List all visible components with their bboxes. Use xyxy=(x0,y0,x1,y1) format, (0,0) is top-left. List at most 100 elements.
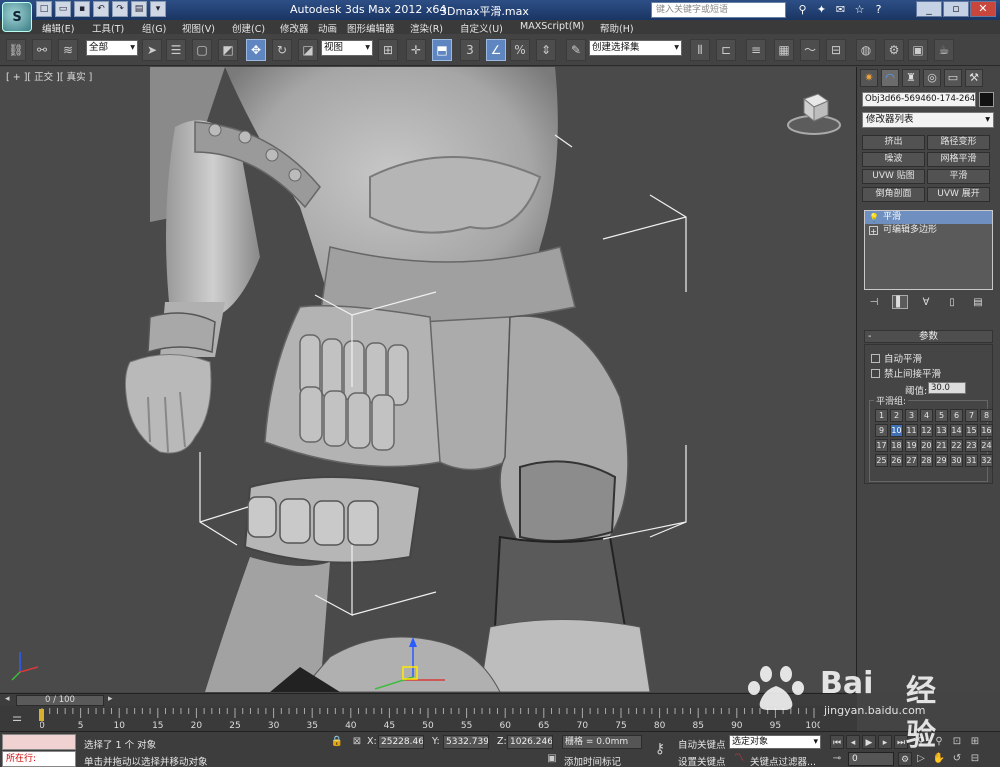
orbit-icon[interactable]: ↺ xyxy=(950,752,964,766)
prevent-indirect-checkbox[interactable]: 禁止间接平滑 xyxy=(871,366,941,380)
rect-selection-icon[interactable]: ▢ xyxy=(192,39,212,61)
smoothing-group-button-16[interactable]: 16 xyxy=(980,424,993,437)
pivot-center-icon[interactable]: ⊞ xyxy=(378,39,398,61)
time-config-icon[interactable]: ⚙ xyxy=(898,752,912,766)
collapse-icon[interactable]: - xyxy=(868,331,871,342)
object-name-field[interactable]: Obj3d66-569460-174-264 xyxy=(862,92,976,107)
prev-frame-icon[interactable]: ◂ xyxy=(846,735,860,749)
set-key-button[interactable]: 设置关键点 xyxy=(678,754,726,767)
render-setup-icon[interactable]: ⚙ xyxy=(884,39,904,61)
zoom-all-icon[interactable]: ⚲ xyxy=(932,735,946,749)
maximize-viewport-icon[interactable]: ⊟ xyxy=(968,752,982,766)
current-frame-field[interactable]: 0 xyxy=(848,752,894,766)
modifier-bevel-profile-button[interactable]: 倒角剖面 xyxy=(862,187,925,202)
modify-tab-icon[interactable]: ◠ xyxy=(881,69,899,87)
mirror-icon[interactable]: ⫴ xyxy=(690,39,710,61)
align-icon[interactable]: ⊏ xyxy=(716,39,736,61)
select-move-icon[interactable]: ✥ xyxy=(246,39,266,61)
smoothing-group-button-15[interactable]: 15 xyxy=(965,424,978,437)
prev-frame-arrow-icon[interactable]: ◂ xyxy=(5,694,10,704)
named-selection-dropdown[interactable]: 创建选择集 xyxy=(589,40,682,56)
select-object-icon[interactable]: ➤ xyxy=(142,39,162,61)
selected-object-dropdown[interactable]: 选定对象 xyxy=(729,735,821,749)
modifier-list-dropdown[interactable]: 修改器列表 xyxy=(862,112,994,128)
next-frame-icon[interactable]: ▸ xyxy=(878,735,892,749)
layer-manager-icon[interactable]: ≡ xyxy=(746,39,766,61)
smoothing-group-button-10[interactable]: 10 xyxy=(890,424,903,437)
motion-tab-icon[interactable]: ◎ xyxy=(923,69,941,87)
show-end-result-icon[interactable]: ▌ xyxy=(892,295,908,309)
search-icon[interactable]: ⚲ xyxy=(795,2,810,17)
spinner-snap-icon[interactable]: ⇕ xyxy=(536,39,556,61)
menu-modifiers[interactable]: 修改器 xyxy=(280,21,309,35)
app-logo-icon[interactable]: S xyxy=(2,2,32,32)
zoom-icon[interactable]: ⚲ xyxy=(914,735,928,749)
smoothing-group-button-30[interactable]: 30 xyxy=(950,454,963,467)
material-editor-icon[interactable]: ◍ xyxy=(856,39,876,61)
close-button[interactable]: ✕ xyxy=(970,1,996,17)
go-to-end-icon[interactable]: ⏭ xyxy=(894,735,908,749)
smoothing-group-button-20[interactable]: 20 xyxy=(920,439,933,452)
modifier-extrude-button[interactable]: 挤出 xyxy=(862,135,925,150)
menu-graph-editors[interactable]: 图形编辑器 xyxy=(347,21,395,35)
edit-named-sets-icon[interactable]: ✎ xyxy=(566,39,586,61)
menu-create[interactable]: 创建(C) xyxy=(232,21,265,35)
absolute-mode-icon[interactable]: ⊠ xyxy=(350,735,364,749)
smoothing-group-button-31[interactable]: 31 xyxy=(965,454,978,467)
time-slider-thumb[interactable]: 0 / 100 xyxy=(16,695,104,706)
angle-snap-icon[interactable]: ∠ xyxy=(486,39,506,61)
redo-icon[interactable]: ↷ xyxy=(112,1,128,17)
save-file-icon[interactable]: ▪ xyxy=(74,1,90,17)
time-slider[interactable]: ◂ 0 / 100 ▸ xyxy=(0,693,857,706)
smoothing-group-button-23[interactable]: 23 xyxy=(965,439,978,452)
checkbox-box[interactable] xyxy=(871,368,880,378)
minimize-button[interactable]: _ xyxy=(916,1,942,17)
configure-sets-icon[interactable]: ▤ xyxy=(970,295,986,309)
select-manipulate-icon[interactable]: ✛ xyxy=(406,39,426,61)
curve-icon[interactable]: 〽 xyxy=(732,752,746,766)
customize-quick-access-icon[interactable]: ▾ xyxy=(150,1,166,17)
schematic-view-icon[interactable]: ⊟ xyxy=(826,39,846,61)
smoothing-group-button-29[interactable]: 29 xyxy=(935,454,948,467)
rendered-frame-icon[interactable]: ▣ xyxy=(908,39,928,61)
bind-space-warp-icon[interactable]: ≋ xyxy=(58,39,78,61)
smoothing-group-button-8[interactable]: 8 xyxy=(980,409,993,422)
smoothing-group-button-2[interactable]: 2 xyxy=(890,409,903,422)
pan-view-icon[interactable]: ✋ xyxy=(932,752,946,766)
modifier-noise-button[interactable]: 噪波 xyxy=(862,152,925,167)
menu-tools[interactable]: 工具(T) xyxy=(92,21,124,35)
smoothing-group-button-26[interactable]: 26 xyxy=(890,454,903,467)
select-scale-icon[interactable]: ◪ xyxy=(298,39,318,61)
curve-editor-icon[interactable]: 〜 xyxy=(800,39,820,61)
percent-snap-icon[interactable]: % xyxy=(510,39,530,61)
menu-animation[interactable]: 动画 xyxy=(318,21,337,35)
keyboard-shortcut-icon[interactable]: ⬒ xyxy=(432,39,452,61)
remove-modifier-icon[interactable]: ▯ xyxy=(944,295,960,309)
search-input[interactable]: 键入关键字或短语 xyxy=(651,2,786,18)
menu-rendering[interactable]: 渲染(R) xyxy=(410,21,443,35)
utilities-tab-icon[interactable]: ⚒ xyxy=(965,69,983,87)
next-frame-arrow-icon[interactable]: ▸ xyxy=(108,694,113,704)
display-tab-icon[interactable]: ▭ xyxy=(944,69,962,87)
undo-icon[interactable]: ↶ xyxy=(93,1,109,17)
snaps-toggle-icon[interactable]: 3 xyxy=(460,39,480,61)
stack-item-smooth[interactable]: 💡 平滑 xyxy=(865,211,992,224)
smoothing-group-button-25[interactable]: 25 xyxy=(875,454,888,467)
current-frame-marker[interactable] xyxy=(39,709,44,721)
smoothing-group-button-24[interactable]: 24 xyxy=(980,439,993,452)
modifier-uvw-map-button[interactable]: UVW 贴图 xyxy=(862,169,925,184)
parameters-rollout-header[interactable]: - 参数 xyxy=(864,330,993,343)
zoom-extents-icon[interactable]: ⊡ xyxy=(950,735,964,749)
viewport-label[interactable]: [ + ][ 正交 ][ 真实 ] xyxy=(6,69,92,83)
window-crossing-icon[interactable]: ◩ xyxy=(218,39,238,61)
expand-plus-icon[interactable]: + xyxy=(869,226,878,236)
smoothing-group-button-14[interactable]: 14 xyxy=(950,424,963,437)
viewcube[interactable] xyxy=(786,91,842,135)
y-coordinate-field[interactable]: 5332.739m xyxy=(443,735,489,749)
stack-item-editable-poly[interactable]: + 可编辑多边形 xyxy=(865,224,992,237)
unlink-icon[interactable]: ⚯ xyxy=(32,39,52,61)
menu-help[interactable]: 帮助(H) xyxy=(600,21,634,35)
select-by-name-icon[interactable]: ☰ xyxy=(166,39,186,61)
smoothing-group-button-3[interactable]: 3 xyxy=(905,409,918,422)
smoothing-group-button-1[interactable]: 1 xyxy=(875,409,888,422)
